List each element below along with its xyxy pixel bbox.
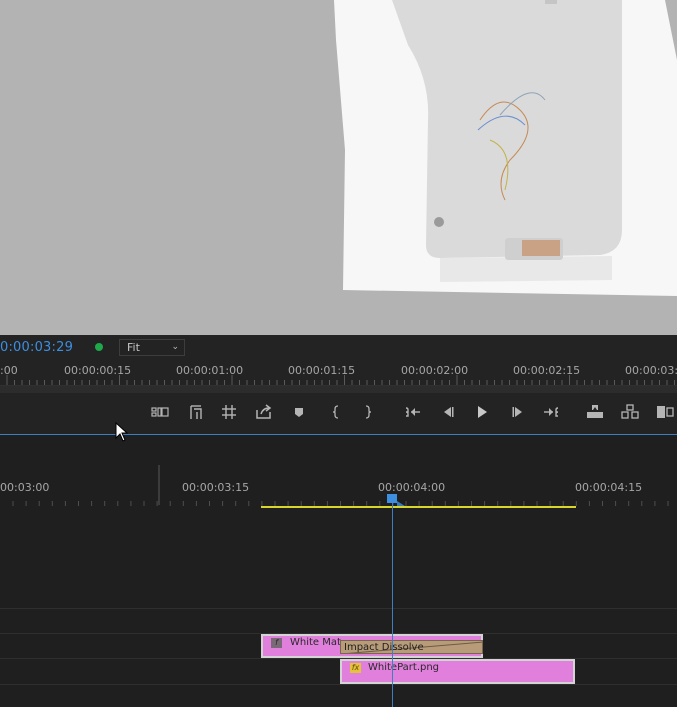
playhead-indicator [397, 501, 405, 506]
extract-icon [621, 404, 639, 419]
timeline-ruler-label: 00:00:04:00 [378, 481, 446, 494]
add-marker-button[interactable] [287, 403, 311, 421]
timeline-ruler-label: 00:00:03:15 [182, 481, 250, 494]
work-area-bar[interactable] [261, 506, 576, 508]
ruler-label: 00:00:02:15 [513, 364, 581, 377]
extract-button[interactable] [618, 403, 642, 421]
mark-in-button[interactable] [324, 403, 348, 421]
video-frame [0, 0, 677, 335]
mark-out-button[interactable] [356, 403, 380, 421]
compare-icon [657, 406, 674, 418]
play-button[interactable] [470, 403, 494, 421]
hash-icon [222, 405, 236, 419]
safe-margins-button[interactable] [148, 403, 172, 421]
track-divider [0, 608, 677, 609]
go-to-in-icon [405, 407, 420, 417]
export-frame-icon [256, 404, 272, 419]
step-forward-icon [512, 407, 522, 417]
clip-name: White Mat [290, 637, 341, 648]
grid-button[interactable] [217, 403, 241, 421]
mouse-cursor-icon [115, 422, 129, 442]
zoom-level-select[interactable]: Fit ⌄ [119, 339, 185, 356]
timeline-ruler-label: 00:00:04:15 [575, 481, 643, 494]
compare-view-button[interactable] [653, 403, 677, 421]
mark-clip-button[interactable] [184, 403, 208, 421]
safe-margins-icon [151, 407, 169, 417]
ruler-label: 00:00:02:00 [401, 364, 469, 377]
ruler-label: 00:00:01:00 [176, 364, 244, 377]
transition-name: Impact Dissolve [344, 642, 424, 653]
monitor-time-ruler[interactable]: :00 00:00:00:15 00:00:01:00 00:00:01:15 … [0, 361, 677, 385]
zoom-level-value: Fit [127, 341, 140, 354]
status-indicator [95, 343, 103, 351]
film-frame-icon [190, 405, 202, 419]
playhead-timecode[interactable]: 0:00:03:29 [0, 340, 73, 355]
step-forward-button[interactable] [506, 403, 530, 421]
clip-whitepart-png[interactable]: fx WhitePart.png [340, 659, 575, 684]
ruler-label: 00:00:01:15 [288, 364, 356, 377]
lift-icon [587, 405, 603, 418]
transition-impact-dissolve[interactable]: Impact Dissolve [340, 640, 483, 654]
ruler-label: 00:00:03:0 [625, 364, 677, 377]
timeline-ruler-label: 00:03:00 [0, 481, 50, 494]
playhead-line[interactable] [392, 496, 393, 707]
track-divider [0, 684, 677, 685]
marker-icon [295, 408, 303, 417]
go-to-in-button[interactable] [401, 403, 425, 421]
go-to-out-icon [544, 407, 559, 417]
fx-icon: fx [350, 663, 361, 673]
lift-button[interactable] [583, 403, 607, 421]
track-divider [0, 658, 677, 659]
brace-close-icon [365, 405, 372, 419]
playhead-handle[interactable] [387, 494, 397, 503]
clip-name: WhitePart.png [368, 662, 440, 673]
chevron-down-icon: ⌄ [171, 342, 179, 352]
fx-icon: f [271, 638, 282, 648]
ruler-label: :00 [0, 364, 18, 377]
go-to-out-button[interactable] [539, 403, 563, 421]
program-monitor-viewer[interactable] [0, 0, 677, 335]
export-frame-button[interactable] [252, 403, 276, 421]
play-icon [478, 406, 487, 418]
step-back-button[interactable] [436, 403, 460, 421]
brace-open-icon [332, 405, 339, 419]
ruler-label: 00:00:00:15 [64, 364, 132, 377]
step-back-icon [444, 407, 454, 417]
